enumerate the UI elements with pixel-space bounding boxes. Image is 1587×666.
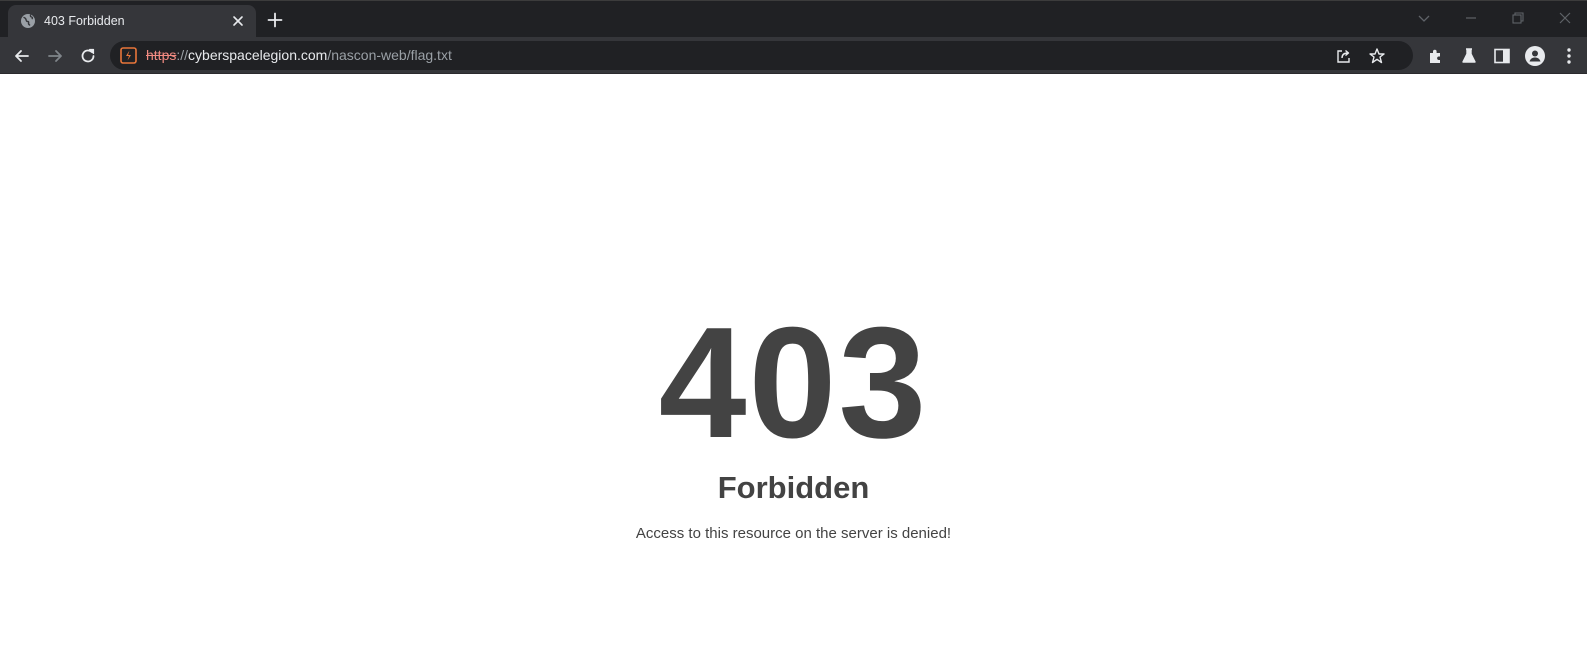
browser-window: 403 Forbidden https://cyberspacelegion.c… bbox=[0, 0, 1587, 666]
plus-icon[interactable] bbox=[266, 11, 284, 29]
profile-icon[interactable] bbox=[1524, 45, 1546, 67]
address-bar[interactable]: https://cyberspacelegion.com/nascon-web/… bbox=[110, 41, 1413, 70]
page-title: Forbidden bbox=[717, 470, 870, 505]
globe-icon bbox=[20, 13, 36, 29]
arrow-right-icon[interactable] bbox=[44, 45, 66, 67]
flask-icon[interactable] bbox=[1458, 45, 1480, 67]
url-path: /nascon-web/flag.txt bbox=[327, 47, 452, 63]
side-panel-icon[interactable] bbox=[1491, 45, 1513, 67]
arrow-left-icon[interactable] bbox=[11, 45, 33, 67]
puzzle-icon[interactable] bbox=[1425, 45, 1447, 67]
error-code: 403 bbox=[658, 295, 929, 471]
tab-strip: 403 Forbidden bbox=[0, 0, 1587, 38]
reload-icon[interactable] bbox=[77, 45, 99, 67]
page-content: 403 Forbidden Access to this resource on… bbox=[0, 75, 1587, 666]
chevron-down-icon[interactable] bbox=[1413, 7, 1435, 29]
not-secure-icon[interactable] bbox=[120, 47, 137, 64]
share-icon[interactable] bbox=[1334, 46, 1354, 66]
kebab-menu-icon[interactable] bbox=[1558, 45, 1580, 67]
error-message: Access to this resource on the server is… bbox=[635, 525, 952, 542]
minimize-icon[interactable] bbox=[1460, 7, 1482, 29]
restore-icon[interactable] bbox=[1507, 7, 1529, 29]
close-window-icon[interactable] bbox=[1554, 7, 1576, 29]
star-icon[interactable] bbox=[1367, 46, 1387, 66]
url-text[interactable]: https://cyberspacelegion.com/nascon-web/… bbox=[146, 41, 452, 70]
url-host: cyberspacelegion.com bbox=[188, 47, 328, 63]
url-scheme: https bbox=[146, 47, 177, 63]
url-separator: :// bbox=[176, 47, 189, 63]
tab-active[interactable]: 403 Forbidden bbox=[8, 5, 256, 38]
toolbar: https://cyberspacelegion.com/nascon-web/… bbox=[0, 37, 1587, 74]
tab-title: 403 Forbidden bbox=[44, 14, 125, 28]
close-icon[interactable] bbox=[230, 13, 246, 29]
